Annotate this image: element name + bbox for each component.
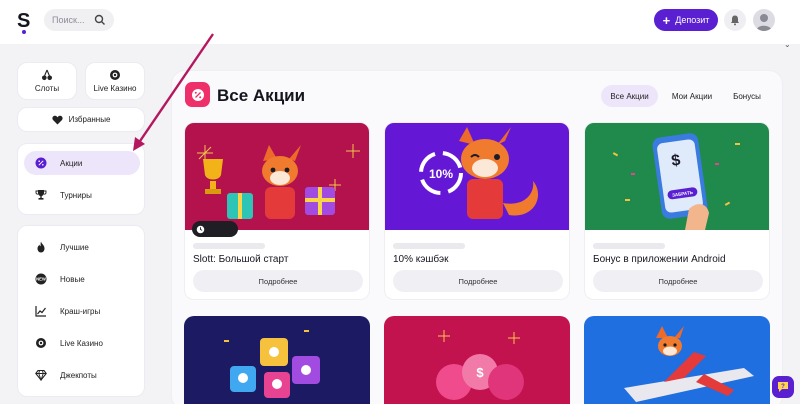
chat-bubble-icon: ? (778, 382, 788, 392)
support-chat-button[interactable]: ? (772, 376, 794, 398)
search-box[interactable] (44, 9, 114, 31)
bell-icon (731, 15, 739, 26)
sidebar-item-label: Джекпоты (60, 370, 97, 380)
sidebar-item-label: Лучшие (60, 242, 89, 252)
user-avatar[interactable] (753, 9, 775, 31)
heart-icon (51, 115, 63, 125)
slott-logo[interactable]: S (16, 10, 32, 34)
page-title: Все Акции (217, 86, 306, 105)
sidebar-nav-group-games: Лучшие NEW Новые Краш-игры Live Казино Д… (17, 225, 145, 397)
cherries-icon (42, 69, 52, 81)
promo-banner-image: 10% (385, 123, 569, 230)
search-input[interactable] (52, 9, 94, 31)
category-tile-slots[interactable]: Слоты (17, 62, 77, 100)
promo-details-button[interactable]: Подробнее (393, 270, 563, 292)
category-tile-live-casino[interactable]: Live Казино (85, 62, 145, 100)
fire-icon (34, 240, 48, 254)
sidebar-nav-group-promo: Акции Турниры (17, 143, 145, 215)
promo-title: 10% кэшбэк (393, 254, 449, 265)
tab-my-promotions[interactable]: Мои Акции (664, 85, 720, 107)
timer-badge (192, 221, 238, 237)
svg-text:NEW: NEW (36, 277, 46, 282)
sidebar-item-tournaments[interactable]: Турниры (24, 183, 140, 207)
sidebar-item-live-casino[interactable]: Live Казино (24, 331, 140, 355)
promo-card-android-bonus[interactable]: $ ЗАБРАТЬ Бонус в приложении Android Под… (584, 122, 770, 300)
deposit-label: Депозит (675, 15, 710, 25)
deposit-button[interactable]: + Депозит (654, 9, 718, 31)
clock-icon (196, 225, 205, 233)
sidebar-item-crash-games[interactable]: Краш-игры (24, 299, 140, 323)
poker-chip-icon (34, 336, 48, 350)
promo-banner-image: $ ЗАБРАТЬ (585, 123, 769, 230)
sidebar-item-best[interactable]: Лучшие (24, 235, 140, 259)
favorites-label: Избранные (68, 115, 111, 124)
top-header: S + Депозит ⌄ (0, 0, 800, 49)
percent-icon (34, 156, 48, 170)
favorites-button[interactable]: Избранные (17, 107, 145, 132)
chevron-down-icon[interactable]: ⌄ (784, 40, 791, 49)
percent-badge-icon (191, 88, 204, 101)
tile-label: Live Казино (93, 84, 137, 93)
promo-title: Slott: Большой старт (193, 254, 289, 265)
sidebar-item-promotions[interactable]: Акции (24, 151, 140, 175)
user-icon (756, 14, 772, 31)
promo-details-button[interactable]: Подробнее (193, 270, 363, 292)
tab-bonuses[interactable]: Бонусы (726, 85, 768, 107)
promo-card-big-start[interactable]: Slott: Большой старт Подробнее (184, 122, 370, 300)
promo-details-button[interactable]: Подробнее (593, 270, 763, 292)
poker-chip-icon (110, 70, 120, 80)
sidebar-item-label: Акции (60, 158, 83, 168)
search-icon[interactable] (94, 14, 106, 26)
promo-meta-placeholder (593, 243, 665, 249)
diamond-icon (34, 368, 48, 382)
promo-card-row2-2[interactable]: $ (384, 316, 570, 404)
promo-title: Бонус в приложении Android (593, 254, 726, 265)
promo-card-cashback[interactable]: 10% 10% кэшбэк Подробнее (384, 122, 570, 300)
new-icon: NEW (34, 272, 48, 286)
cashback-percent-text: 10% (429, 167, 453, 181)
plus-icon: + (662, 12, 671, 28)
promo-card-row2-3[interactable] (584, 316, 770, 404)
promo-meta-placeholder (193, 243, 265, 249)
sidebar-item-label: Новые (60, 274, 85, 284)
promo-meta-placeholder (393, 243, 465, 249)
promo-banner-image (185, 123, 369, 230)
promotions-header-icon (185, 82, 210, 107)
sidebar-item-jackpots[interactable]: Джекпоты (24, 363, 140, 387)
tile-label: Слоты (34, 84, 60, 93)
sidebar-item-new[interactable]: NEW Новые (24, 267, 140, 291)
sidebar-item-label: Live Казино (60, 338, 103, 348)
svg-text:$: $ (476, 365, 484, 380)
sidebar-item-label: Краш-игры (60, 306, 101, 316)
notifications-button[interactable] (724, 9, 746, 31)
trophy-icon (34, 188, 48, 202)
sidebar-item-label: Турниры (60, 190, 92, 200)
tab-all-promotions[interactable]: Все Акции (601, 85, 658, 107)
chart-icon (34, 304, 48, 318)
promo-card-row2-1[interactable] (184, 316, 370, 404)
svg-text:?: ? (781, 384, 785, 390)
svg-text:S: S (17, 10, 30, 32)
